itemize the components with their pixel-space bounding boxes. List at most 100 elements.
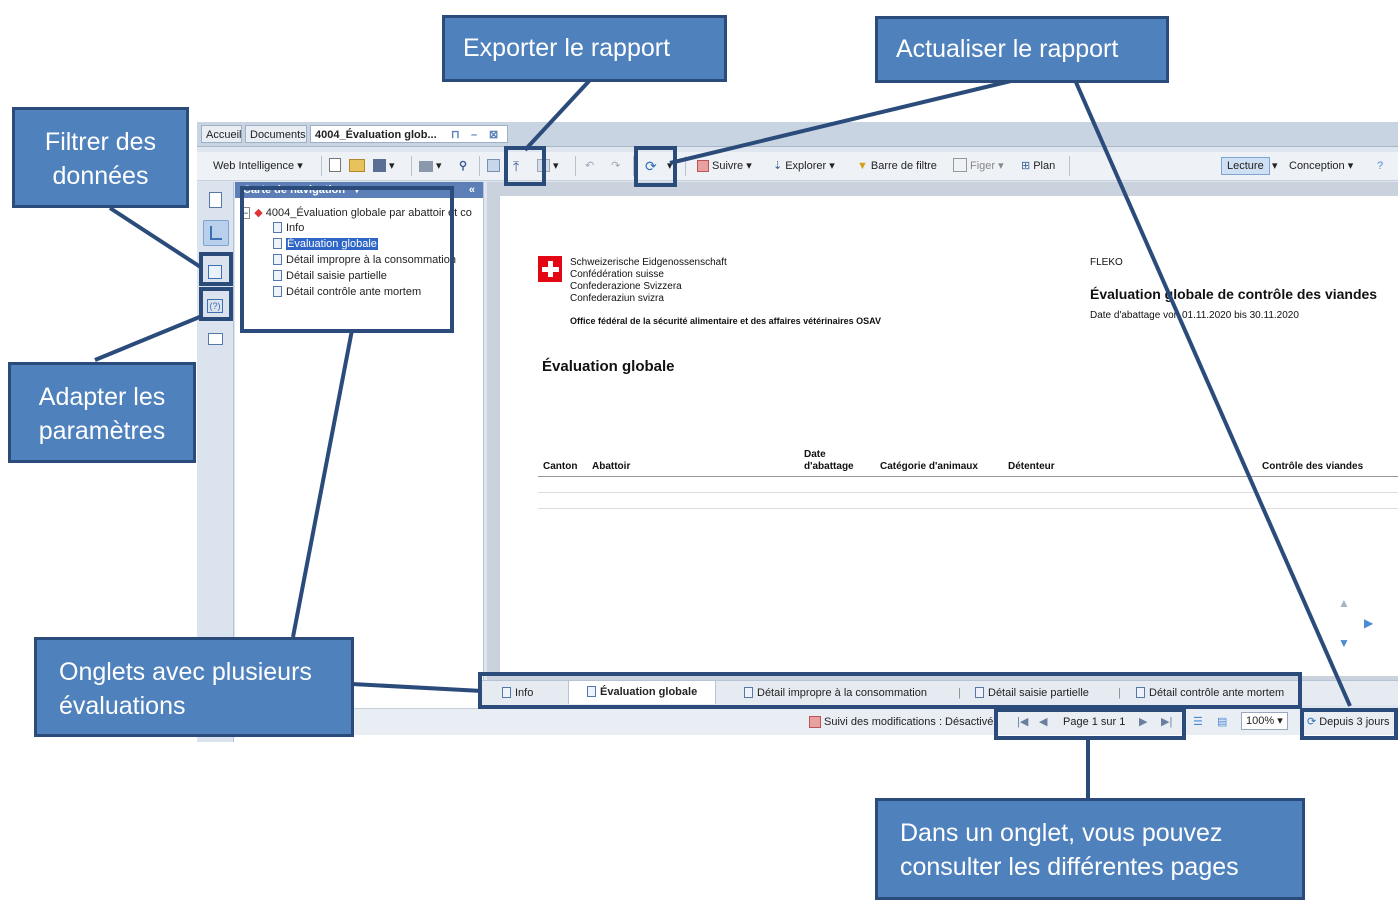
undo-icon[interactable]: ↶	[585, 157, 594, 175]
callout-line: données	[52, 162, 149, 190]
lecture-dropdown[interactable]: ▾	[1272, 157, 1278, 175]
tab-report-label: 4004_Évaluation glob...	[315, 129, 437, 141]
suivre-button[interactable]: Suivre ▾	[697, 157, 752, 175]
system-name: FLEKO	[1090, 257, 1123, 268]
callout-export: Exporter le rapport	[442, 15, 727, 82]
scroll-right-icon[interactable]: ▶	[1364, 616, 1373, 630]
conception-mode-button[interactable]: Conception ▾	[1289, 157, 1353, 175]
status-bar: Suivi des modifications : Désactivé |◀ ◀…	[197, 708, 1398, 735]
org-line: Confederaziun svizra	[570, 293, 664, 304]
figer-button[interactable]: Figer ▾	[953, 157, 1004, 175]
callout-line: Filtrer des	[44, 128, 157, 156]
document-summary-icon[interactable]	[203, 188, 227, 212]
connector-params	[94, 314, 203, 362]
figer-label: Figer	[970, 160, 996, 172]
table-row	[538, 508, 1398, 509]
filter-bar-label: Barre de filtre	[870, 160, 937, 172]
print-icon[interactable]: ▾	[419, 157, 442, 175]
column-header-abattoir: Abattoir	[592, 461, 631, 472]
highlight-export	[504, 146, 546, 186]
tab-documents[interactable]: Documents	[245, 125, 307, 143]
track-changes-icon	[697, 160, 709, 172]
plan-button[interactable]: ⊞ Plan	[1021, 157, 1055, 175]
pin-icon[interactable]: ⊓	[451, 126, 460, 144]
report-page: Schweizerische Eidgenossenschaft Confédé…	[500, 196, 1398, 676]
highlight-last-refresh	[1300, 708, 1398, 740]
navigation-map-icon[interactable]	[203, 220, 229, 246]
org-line: Schweizerische Eidgenossenschaft	[570, 257, 727, 268]
comments-icon[interactable]	[203, 328, 227, 352]
chevron-down-icon: ▾	[297, 160, 303, 172]
track-changes-icon	[809, 716, 821, 728]
highlight-refresh	[634, 146, 677, 187]
find-icon[interactable]: ⚲	[459, 157, 467, 175]
column-header-date-abattage: Date d'abattage	[804, 449, 854, 472]
quick-display-icon[interactable]: ☰	[1193, 713, 1203, 731]
callout-params: Adapter les paramètres	[8, 362, 196, 463]
table-row	[538, 492, 1398, 493]
track-data-icon[interactable]	[487, 157, 503, 175]
callout-line: Onglets avec plusieurs	[59, 658, 312, 686]
open-folder-icon[interactable]	[349, 157, 368, 175]
swiss-coat-of-arms-icon	[538, 256, 562, 282]
column-header-detenteur: Détenteur	[1008, 461, 1055, 472]
redo-icon[interactable]: ↷	[611, 157, 620, 175]
page-mode-icon[interactable]: ▤	[1217, 713, 1227, 731]
plan-label: Plan	[1033, 160, 1056, 172]
web-intelligence-label: Web Intelligence	[213, 160, 295, 172]
highlight-page-navigation	[994, 708, 1186, 740]
track-changes-status[interactable]: Suivi des modifications : Désactivé	[809, 713, 993, 731]
highlight-filter	[199, 252, 233, 286]
callout-line: Adapter les	[38, 383, 166, 411]
track-changes-label: Suivi des modifications : Désactivé	[824, 716, 994, 728]
callout-pages: Dans un onglet, vous pouvez consulter le…	[875, 798, 1305, 900]
office-name: Office fédéral de la sécurité alimentair…	[570, 316, 881, 326]
callout-line: consulter les différentes pages	[900, 853, 1239, 881]
callout-line: paramètres	[38, 417, 166, 445]
highlight-params	[199, 287, 233, 321]
help-icon[interactable]: ?	[1377, 157, 1383, 175]
web-intelligence-menu[interactable]: Web Intelligence ▾	[213, 157, 303, 175]
filter-bar-button[interactable]: ▼ Barre de filtre	[857, 157, 937, 175]
drill-icon: ⇣	[773, 160, 783, 172]
main-toolbar: Web Intelligence ▾ ▾ ▾ ⚲ ⤒ ▾ ↶ ↷ ⟳ ▾ Sui…	[197, 152, 1398, 181]
tab-accueil[interactable]: Accueil	[201, 125, 242, 143]
scroll-up-icon[interactable]: ▲	[1338, 596, 1350, 610]
close-icon[interactable]: ⊠	[489, 126, 498, 144]
explorer-label: Explorer	[785, 160, 827, 172]
document-tab-bar: Accueil Documents 4004_Évaluation glob..…	[197, 122, 1398, 147]
lecture-mode-button[interactable]: Lecture	[1221, 157, 1270, 175]
section-title: Évaluation globale	[542, 358, 675, 375]
column-header-canton: Canton	[543, 461, 578, 472]
date-range: Date d'abattage von 01.11.2020 bis 30.11…	[1090, 310, 1299, 321]
organisation-name: Schweizerische Eidgenossenschaft Confédé…	[570, 257, 727, 305]
report-canvas: Schweizerische Eidgenossenschaft Confédé…	[487, 182, 1398, 682]
org-line: Confédération suisse	[570, 269, 664, 280]
save-icon[interactable]: ▾	[373, 157, 395, 175]
report-title: Évaluation globale de contrôle des viand…	[1090, 286, 1378, 302]
highlight-navigation	[240, 186, 454, 333]
table-header-rule	[538, 476, 1398, 477]
minimize-icon[interactable]: –	[471, 126, 477, 144]
new-document-icon[interactable]	[329, 157, 344, 175]
suivre-label: Suivre	[712, 160, 744, 172]
org-line: Confederazione Svizzera	[570, 281, 682, 292]
column-header-controle: Contrôle des viandes	[1262, 461, 1364, 472]
column-header-categorie: Catégorie d'animaux	[880, 461, 978, 472]
zoom-value: 100%	[1246, 715, 1275, 727]
callout-refresh: Actualiser le rapport	[875, 16, 1169, 83]
scroll-down-icon[interactable]: ▼	[1338, 636, 1350, 650]
zoom-select[interactable]: 100% ▾	[1241, 712, 1288, 730]
tab-report[interactable]: 4004_Évaluation glob... ⊓ – ⊠	[310, 125, 508, 143]
explorer-button[interactable]: ⇣ Explorer ▾	[773, 157, 835, 175]
highlight-report-tabs	[478, 672, 1302, 709]
conception-label: Conception	[1289, 160, 1345, 172]
callout-tabs: Onglets avec plusieurs évaluations	[34, 637, 354, 737]
callout-line: évaluations	[59, 692, 186, 720]
collapse-panel-icon[interactable]: «	[469, 182, 475, 198]
callout-filter: Filtrer des données	[12, 107, 189, 208]
connector-filter	[108, 206, 204, 270]
filter-icon: ▼	[857, 160, 868, 172]
callout-line: Dans un onglet, vous pouvez	[900, 819, 1223, 847]
freeze-icon	[953, 158, 967, 172]
